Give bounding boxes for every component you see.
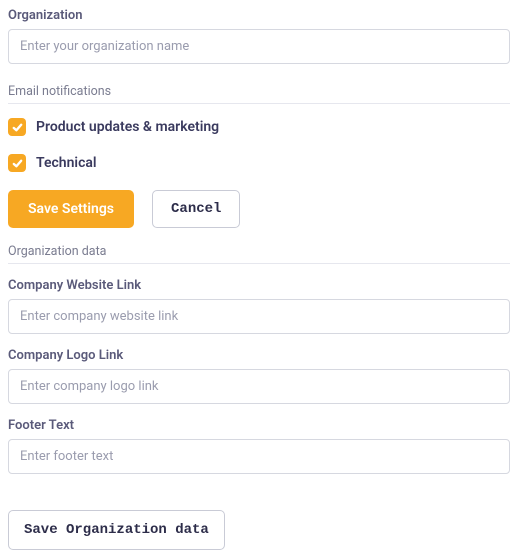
- save-organization-data-button[interactable]: Save Organization data: [8, 510, 225, 550]
- checkbox-row-product-updates: Product updates & marketing: [8, 118, 510, 136]
- product-updates-checkbox[interactable]: [8, 118, 26, 136]
- company-logo-field-group: Company Logo Link: [8, 348, 510, 404]
- product-updates-label: Product updates & marketing: [36, 119, 219, 135]
- checkmark-icon: [12, 158, 23, 169]
- company-website-input[interactable]: [8, 299, 510, 334]
- footer-text-label: Footer Text: [8, 418, 510, 433]
- cancel-button[interactable]: Cancel: [152, 190, 240, 228]
- technical-label: Technical: [36, 155, 97, 171]
- email-notifications-section-title: Email notifications: [8, 78, 510, 104]
- company-logo-label: Company Logo Link: [8, 348, 510, 363]
- checkmark-icon: [12, 122, 23, 133]
- organization-data-section-title: Organization data: [8, 238, 510, 264]
- organization-label: Organization: [8, 8, 510, 23]
- checkbox-row-technical: Technical: [8, 154, 510, 172]
- company-website-label: Company Website Link: [8, 278, 510, 293]
- company-logo-input[interactable]: [8, 369, 510, 404]
- settings-button-row: Save Settings Cancel: [8, 190, 510, 228]
- footer-text-field-group: Footer Text: [8, 418, 510, 474]
- company-website-field-group: Company Website Link: [8, 278, 510, 334]
- organization-input[interactable]: [8, 29, 510, 64]
- save-settings-button[interactable]: Save Settings: [8, 190, 134, 228]
- technical-checkbox[interactable]: [8, 154, 26, 172]
- organization-field-group: Organization: [8, 8, 510, 64]
- footer-text-input[interactable]: [8, 439, 510, 474]
